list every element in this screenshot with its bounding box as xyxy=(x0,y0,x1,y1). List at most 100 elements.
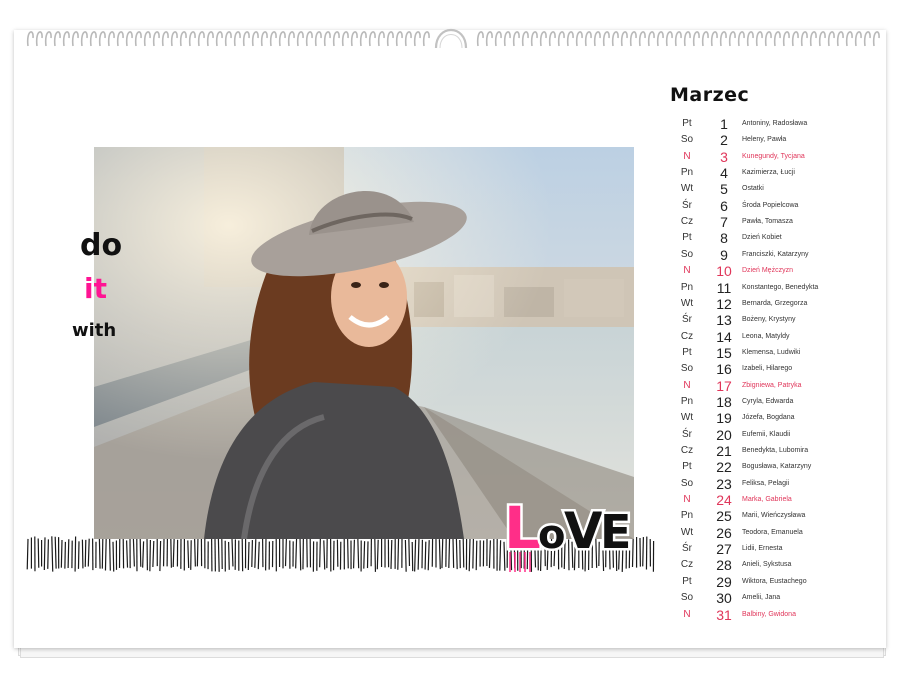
day-number: 29 xyxy=(716,573,732,590)
weekday-label: N xyxy=(683,150,691,162)
calendar-photo xyxy=(94,147,634,539)
day-row: N 31 Balbiny, Gwidona xyxy=(670,607,870,623)
weekday-label: Pn xyxy=(680,510,694,522)
day-number: 14 xyxy=(716,328,732,345)
svg-text:o: o xyxy=(538,512,565,558)
weekday-label: Pn xyxy=(680,395,694,407)
day-number: 28 xyxy=(716,557,732,574)
day-number: 1 xyxy=(720,116,728,132)
day-row: So 9 Franciszki, Katarzyny xyxy=(670,247,870,263)
weekday-label: Pn xyxy=(680,281,694,293)
day-row: Pn 18 Cyryla, Edwarda xyxy=(670,394,870,410)
day-row: So 23 Feliksa, Pelagii xyxy=(670,476,870,492)
photo-illustration xyxy=(94,147,634,539)
love-lettering: L o V E xyxy=(502,492,634,572)
day-row: Wt 26 Teodora, Emanuela xyxy=(670,525,870,541)
day-row: Pt 15 Klemensa, Ludwiki xyxy=(670,345,870,361)
weekday-label: Cz xyxy=(680,445,694,456)
day-row: Pt 22 Bogusława, Katarzyny xyxy=(670,459,870,475)
name-day-text: Antoniny, Radosława xyxy=(742,120,808,127)
weekday-label: Śr xyxy=(682,543,692,555)
day-number: 9 xyxy=(720,246,728,263)
svg-text:E: E xyxy=(600,505,631,559)
day-number: 30 xyxy=(716,590,732,607)
day-number: 2 xyxy=(720,132,728,149)
day-row: N 24 Marka, Gabriela xyxy=(670,492,870,508)
weekday-label: N xyxy=(683,494,691,506)
day-number: 31 xyxy=(716,606,732,623)
weekday-label: Cz xyxy=(680,330,694,342)
name-day-text: Leona, Matyldy xyxy=(742,332,790,340)
name-day-text: Lidii, Ernesta xyxy=(742,545,783,553)
weekday-label: So xyxy=(680,477,694,489)
name-day-text: Kunegundy, Tycjana xyxy=(742,152,805,160)
weekday-label: So xyxy=(680,248,694,260)
name-day-text: Bernarda, Grzegorza xyxy=(742,299,808,307)
day-number: 17 xyxy=(716,377,732,394)
day-number: 8 xyxy=(720,230,728,247)
weekday-label: N xyxy=(683,265,691,277)
day-row: Śr 27 Lidii, Ernesta xyxy=(670,541,870,557)
day-number: 13 xyxy=(716,312,732,329)
name-day-text: Klemensa, Ludwiki xyxy=(742,348,801,356)
day-number: 4 xyxy=(720,165,728,182)
day-row: Cz 14 Leona, Matyldy xyxy=(670,329,870,345)
weekday-label: Cz xyxy=(680,559,694,571)
svg-text:L: L xyxy=(504,494,541,562)
day-row: Śr 13 Bożeny, Krystyny xyxy=(670,312,870,328)
weekday-label: So xyxy=(680,592,694,604)
day-row: Śr 20 Eufemii, Klaudii xyxy=(670,427,870,443)
name-day-text: Pawła, Tomasza xyxy=(742,218,793,226)
day-number: 11 xyxy=(716,279,732,296)
day-number: 7 xyxy=(720,214,728,231)
name-day-text: Balbiny, Gwidona xyxy=(742,610,796,618)
it-word: it xyxy=(84,272,107,305)
name-day-text: Izabeli, Hilarego xyxy=(742,365,793,373)
day-number: 21 xyxy=(716,443,732,459)
name-day-text: Eufemii, Klaudii xyxy=(742,430,791,438)
name-day-text: Benedykta, Lubomira xyxy=(742,447,809,454)
day-number: 24 xyxy=(716,492,732,509)
day-number: 25 xyxy=(716,508,732,525)
name-day-text: Ostatki xyxy=(742,185,764,193)
name-day-text: Zbigniewa, Patryka xyxy=(742,381,802,389)
day-row: Pt 1 Antoniny, Radosława xyxy=(670,116,870,132)
day-row: N 17 Zbigniewa, Patryka xyxy=(670,378,870,394)
day-row: Wt 12 Bernarda, Grzegorza xyxy=(670,296,870,312)
with-word: with xyxy=(72,320,117,341)
month-title: Marzec xyxy=(670,84,750,106)
day-row: So 16 Izabeli, Hilarego xyxy=(670,361,870,377)
name-day-text: Cyryla, Edwarda xyxy=(742,397,794,405)
name-day-text: Dzień Mężczyzn xyxy=(742,267,793,275)
day-row: Pt 8 Dzień Kobiet xyxy=(670,230,870,246)
name-day-text: Franciszki, Katarzyny xyxy=(742,250,809,258)
weekday-label: Śr xyxy=(682,428,692,440)
do-word: do xyxy=(80,228,123,263)
day-number: 6 xyxy=(720,197,728,214)
day-row: Śr 6 Środa Popielcowa xyxy=(670,198,870,214)
weekday-label: Wt xyxy=(680,297,694,309)
day-row: Pn 11 Konstantego, Benedykta xyxy=(670,280,870,296)
name-day-text: Konstantego, Benedykta xyxy=(742,283,819,291)
weekday-label: Cz xyxy=(680,216,694,228)
weekday-label: Pn xyxy=(680,167,694,179)
day-number: 22 xyxy=(716,459,732,476)
day-number: 27 xyxy=(716,541,732,558)
day-row: Pt 29 Wiktora, Eustachego xyxy=(670,574,870,590)
name-day-text: Marka, Gabriela xyxy=(742,496,792,504)
day-number: 12 xyxy=(716,295,732,312)
name-day-text: Heleny, Pawła xyxy=(742,136,787,144)
name-day-text: Amelii, Jana xyxy=(742,594,781,602)
weekday-label: Pt xyxy=(682,232,692,244)
name-day-text: Bogusława, Katarzyny xyxy=(742,463,812,471)
day-row: So 30 Amelii, Jana xyxy=(670,590,870,606)
weekday-label: Pt xyxy=(682,346,692,358)
hanger-hook xyxy=(434,29,468,49)
day-number: 18 xyxy=(716,393,732,410)
name-day-text: Środa Popielcowa xyxy=(742,201,799,209)
name-day-text: Dzień Kobiet xyxy=(742,234,782,242)
weekday-label: Pt xyxy=(682,461,692,473)
weekday-label: N xyxy=(683,379,691,391)
day-number: 19 xyxy=(716,410,732,427)
svg-text:V: V xyxy=(564,502,603,560)
